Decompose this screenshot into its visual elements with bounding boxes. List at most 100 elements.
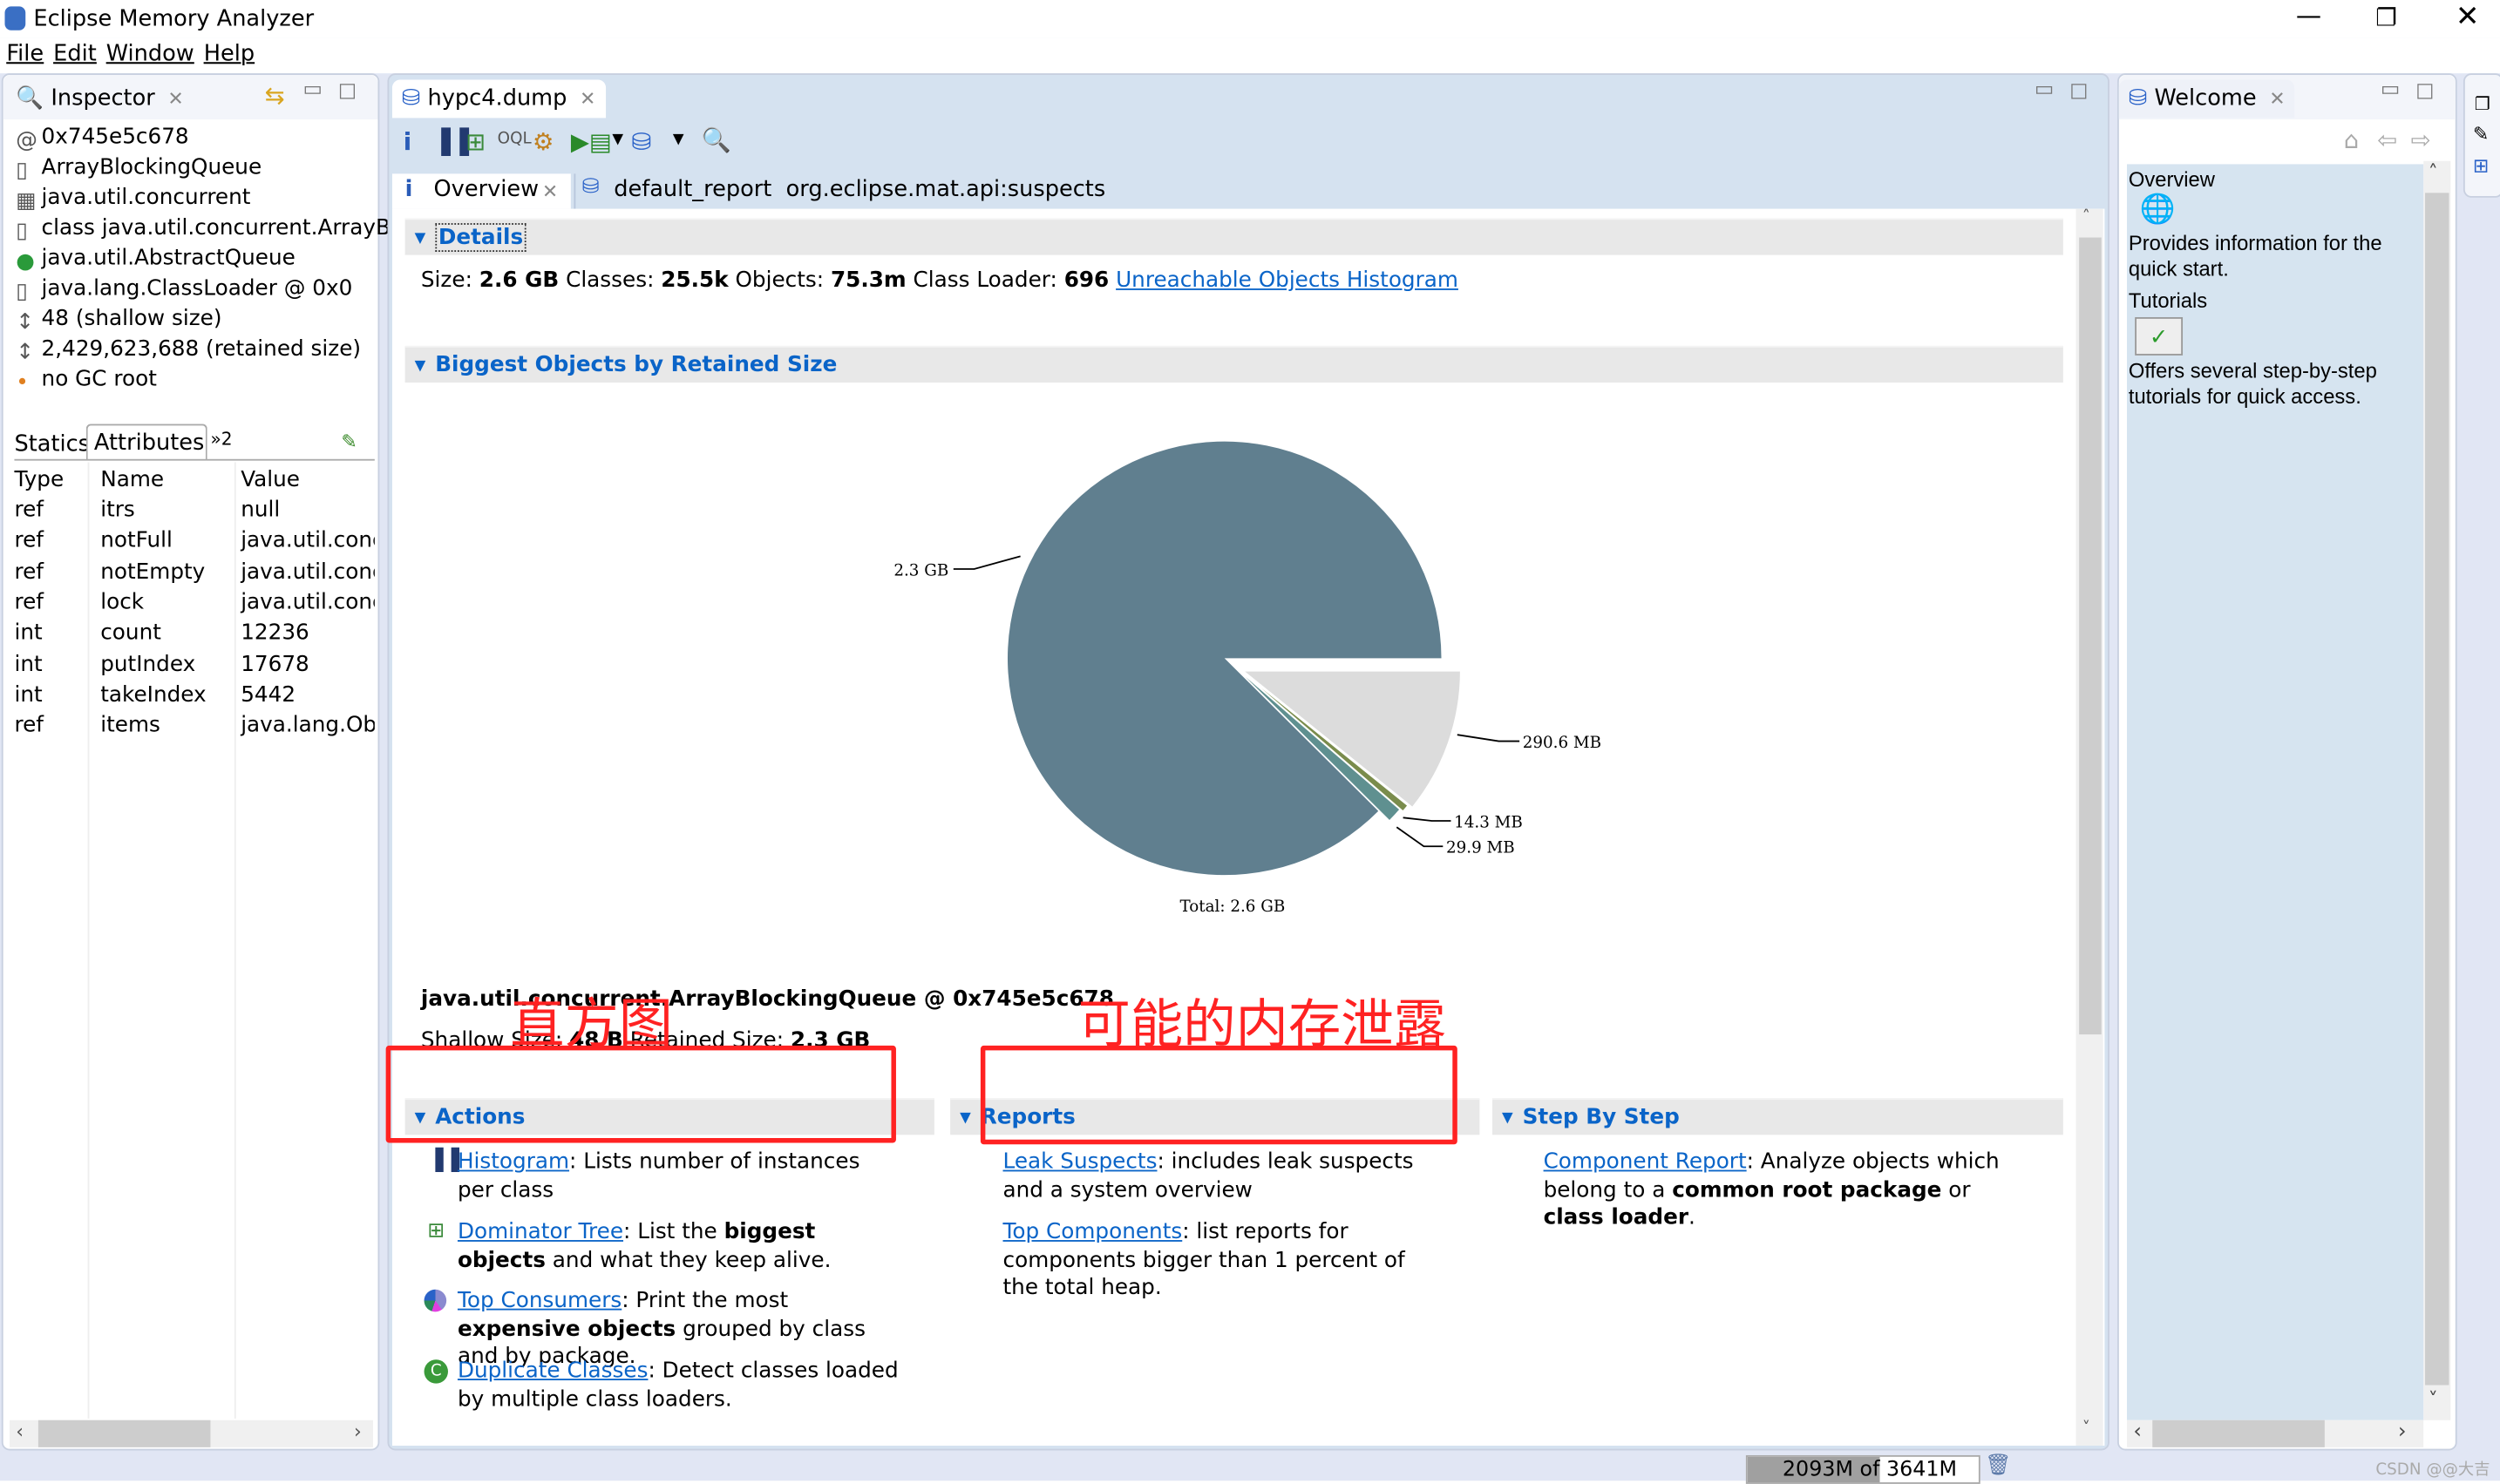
dropdown-icon[interactable]: ▼ bbox=[612, 132, 623, 148]
dominator-tree-link[interactable]: Dominator Tree bbox=[458, 1219, 623, 1244]
dominator-tree-icon[interactable]: ⊞ bbox=[465, 127, 486, 156]
reports-icon[interactable]: ⛁ bbox=[631, 127, 651, 156]
maximize-view-icon[interactable]: ☐ bbox=[2069, 81, 2088, 105]
dropdown-icon[interactable]: ▼ bbox=[673, 132, 684, 148]
watermark: CSDN @@大吉 bbox=[2375, 1461, 2490, 1480]
table-cell[interactable]: ref bbox=[14, 559, 43, 584]
top-consumers-link[interactable]: Top Consumers bbox=[458, 1288, 622, 1313]
table-cell[interactable]: ref bbox=[14, 498, 43, 523]
tree-icon[interactable]: ⊞ bbox=[2473, 154, 2489, 177]
garbage-collect-icon[interactable]: 🗑 bbox=[1985, 1454, 2011, 1477]
table-cell[interactable]: lock bbox=[100, 590, 144, 615]
pie-slice-label: 14.3 MB bbox=[1454, 813, 1523, 831]
table-cell[interactable]: java.util.concu bbox=[241, 590, 375, 615]
thread-overview-icon[interactable]: ⚙ bbox=[533, 127, 554, 156]
pie-slice-label: 2.3 GB bbox=[893, 561, 948, 579]
table-cell[interactable]: putIndex bbox=[100, 651, 195, 676]
column-header-value[interactable]: Value bbox=[241, 467, 300, 492]
welcome-panel: ⛁ Welcome ✕ ▭ ☐ ⌂ ⇦ ⇨ Overview 🌐 Provides… bbox=[2117, 73, 2457, 1451]
tab-hypc4-dump[interactable]: ⛁ hypc4.dump ✕ bbox=[391, 79, 606, 119]
histogram-link[interactable]: Histogram bbox=[458, 1149, 569, 1175]
restore-button[interactable]: ❐ bbox=[2375, 3, 2397, 32]
info-icon: i bbox=[404, 177, 413, 203]
table-cell[interactable]: java.util.concu bbox=[241, 528, 375, 553]
minimize-button[interactable]: — bbox=[2296, 0, 2321, 30]
menu-help[interactable]: Help bbox=[204, 42, 255, 67]
forward-icon[interactable]: ⇨ bbox=[2411, 125, 2431, 154]
horizontal-scrollbar[interactable]: ‹ › bbox=[9, 1420, 374, 1447]
table-cell[interactable]: 17678 bbox=[241, 651, 309, 676]
column-header-name[interactable]: Name bbox=[100, 467, 164, 492]
welcome-horizontal-scrollbar[interactable]: ‹ › bbox=[2127, 1420, 2424, 1447]
right-trim-toolbar: ❐ ✎ ⊞ bbox=[2463, 73, 2500, 198]
pie-leader-line bbox=[1457, 734, 1520, 742]
minimize-view-icon[interactable]: ▭ bbox=[2381, 78, 2400, 102]
table-cell[interactable]: 5442 bbox=[241, 681, 296, 707]
retained-size-pie-chart: 290.6 MB 14.3 MB 29.9 MB 2.3 GB Total: 2.6 G… bbox=[893, 441, 1601, 916]
step-component-report: Component Report: Analyze objects which … bbox=[1543, 1149, 2000, 1231]
close-icon[interactable]: ✕ bbox=[2269, 88, 2285, 111]
table-cell[interactable]: null bbox=[241, 498, 280, 523]
menu-bar: File Edit Window Help bbox=[0, 37, 2500, 74]
table-cell[interactable]: int bbox=[14, 651, 42, 676]
table-cell[interactable]: itrs bbox=[100, 498, 135, 523]
table-cell[interactable]: notFull bbox=[100, 528, 173, 553]
editor-toolbar: i ▐▐ ⊞ OQL ⚙ ▶▤ ▼ ⛁ ▼ 🔍 bbox=[391, 122, 2105, 168]
pie-leader-line bbox=[1396, 826, 1444, 848]
table-cell[interactable]: int bbox=[14, 681, 42, 707]
tutorials-heading[interactable]: Tutorials bbox=[2129, 288, 2207, 312]
histogram-icon[interactable]: ▐▐ bbox=[432, 127, 469, 156]
table-cell[interactable]: takeIndex bbox=[100, 681, 206, 707]
welcome-content: Overview 🌐 Provides information for the … bbox=[2127, 164, 2424, 1420]
minimize-view-icon[interactable]: ▭ bbox=[2035, 78, 2054, 102]
table-cell[interactable]: notEmpty bbox=[100, 559, 205, 584]
back-icon[interactable]: ⇦ bbox=[2377, 125, 2397, 154]
restore-icon[interactable]: ❐ bbox=[2475, 94, 2490, 115]
table-cell[interactable]: java.lang.Obje bbox=[241, 713, 375, 738]
table-cell[interactable]: 12236 bbox=[241, 620, 309, 646]
details-summary: Size: 2.6 GB Classes: 25.5k Objects: 75.… bbox=[420, 268, 1458, 294]
overview-icon[interactable]: i bbox=[404, 127, 411, 156]
tab-default-report[interactable]: ⛁ default_report org.eclipse.mat.api:sus… bbox=[574, 173, 1105, 209]
globe-icon[interactable]: 🌐 bbox=[2140, 193, 2176, 226]
unreachable-objects-histogram-link[interactable]: Unreachable Objects Histogram bbox=[1116, 268, 1458, 293]
oql-icon[interactable]: OQL bbox=[498, 131, 532, 148]
leak-suspects-link[interactable]: Leak Suspects bbox=[1003, 1149, 1158, 1175]
close-icon[interactable]: ✕ bbox=[542, 180, 558, 203]
biggest-objects-header[interactable]: ▼ Biggest Objects by Retained Size bbox=[404, 345, 2063, 383]
top-consumers-icon bbox=[424, 1289, 447, 1312]
duplicate-classes-link[interactable]: Duplicate Classes bbox=[458, 1358, 649, 1383]
step-by-step-header[interactable]: ▼ Step By Step bbox=[1492, 1098, 2063, 1135]
edit-icon[interactable]: ✎ bbox=[2473, 123, 2489, 146]
tab-welcome[interactable]: ⛁ Welcome ✕ bbox=[2118, 79, 2295, 119]
inspector-panel: 🔍 Inspector ✕ ⇆ ▭ ☐ @0x745e5c678 ▯ ArrayBlo… bbox=[1, 73, 411, 1451]
table-cell[interactable]: count bbox=[100, 620, 161, 646]
menu-window[interactable]: Window bbox=[106, 42, 194, 67]
close-icon[interactable]: ✕ bbox=[580, 88, 595, 111]
table-cell[interactable]: java.util.concu bbox=[241, 559, 375, 584]
table-cell[interactable]: ref bbox=[14, 590, 43, 615]
close-button[interactable]: ✕ bbox=[2456, 0, 2480, 33]
table-cell[interactable]: ref bbox=[14, 528, 43, 553]
home-icon[interactable]: ⌂ bbox=[2344, 125, 2359, 154]
welcome-vertical-scrollbar[interactable]: ˄ ˅ bbox=[2423, 160, 2451, 1420]
details-header[interactable]: ▼ Details bbox=[404, 218, 2063, 255]
menu-file[interactable]: File bbox=[6, 42, 44, 67]
maximize-view-icon[interactable]: ☐ bbox=[2415, 81, 2434, 105]
table-cell[interactable]: int bbox=[14, 620, 42, 646]
top-components-link[interactable]: Top Components bbox=[1003, 1219, 1183, 1244]
histogram-annotation: 直方图 bbox=[510, 993, 673, 1057]
component-report-link[interactable]: Component Report bbox=[1544, 1149, 1747, 1175]
search-icon[interactable]: 🔍 bbox=[702, 125, 731, 154]
vertical-scrollbar[interactable]: ˄ ˅ bbox=[2075, 208, 2103, 1446]
column-header-type[interactable]: Type bbox=[14, 467, 64, 492]
tab-overview[interactable]: i Overview ✕ bbox=[391, 173, 571, 209]
table-cell[interactable]: ref bbox=[14, 713, 43, 738]
table-cell[interactable]: items bbox=[100, 713, 160, 738]
report-leak-suspects: Leak Suspects: includes leak suspects an… bbox=[1002, 1149, 1414, 1203]
overview-heading[interactable]: Overview bbox=[2129, 167, 2215, 193]
tutorials-icon[interactable]: ✓ bbox=[2135, 316, 2184, 356]
status-bar: 2093M of 3641M 🗑 CSDN @@大吉 bbox=[0, 1450, 2500, 1484]
query-browser-icon[interactable]: ▶▤ bbox=[571, 127, 612, 156]
menu-edit[interactable]: Edit bbox=[53, 42, 97, 67]
